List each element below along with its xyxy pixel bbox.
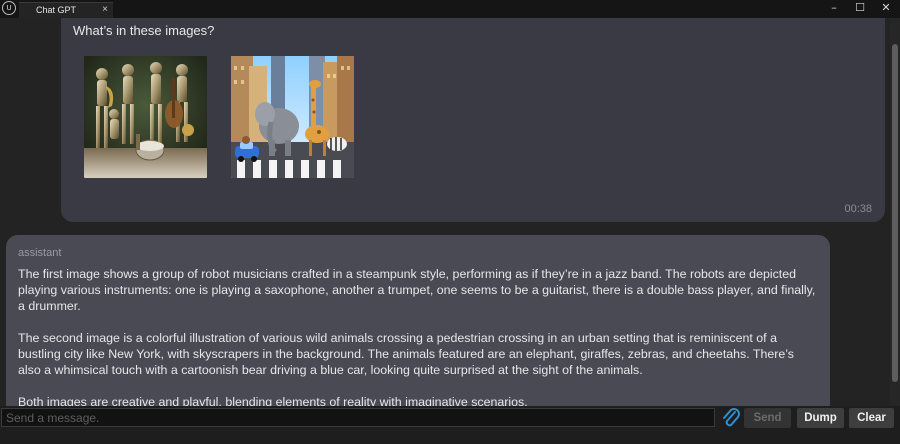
- user-message-text: What’s in these images?: [73, 23, 215, 38]
- clear-button[interactable]: Clear: [849, 408, 894, 428]
- app-logo-icon: U: [2, 1, 16, 15]
- assistant-role-label: assistant: [18, 247, 62, 259]
- paperclip-icon[interactable]: [719, 407, 743, 429]
- title-bar: U Chat GPT × – ☐ ✕: [0, 0, 900, 18]
- robot-jazz-band-image[interactable]: [84, 56, 207, 178]
- tab-label: Chat GPT: [36, 5, 77, 15]
- send-button[interactable]: Send: [744, 408, 791, 428]
- chat-scrollbar[interactable]: [890, 18, 900, 406]
- animals-crossing-street-image[interactable]: [231, 56, 354, 178]
- assistant-paragraph: The first image shows a group of robot m…: [18, 267, 816, 313]
- scrollbar-thumb[interactable]: [892, 44, 898, 382]
- tab-chat-gpt[interactable]: Chat GPT ×: [19, 2, 113, 18]
- message-timestamp: 00:38: [844, 203, 872, 215]
- close-window-button[interactable]: ✕: [873, 0, 899, 16]
- assistant-message-bubble: assistant The first image shows a group …: [6, 235, 830, 406]
- message-input[interactable]: [1, 408, 715, 427]
- assistant-message-text: The first image shows a group of robot m…: [18, 266, 818, 406]
- assistant-paragraph: Both images are creative and playful, bl…: [18, 395, 528, 406]
- input-bar: Send Dump Clear: [0, 406, 900, 444]
- minimize-button[interactable]: –: [821, 0, 847, 16]
- assistant-paragraph: The second image is a colorful illustrat…: [18, 331, 794, 377]
- dump-button[interactable]: Dump: [797, 408, 844, 428]
- chat-history[interactable]: What’s in these images? 00:38 assistant …: [0, 18, 900, 406]
- user-message-bubble: What’s in these images? 00:38: [61, 18, 885, 222]
- maximize-button[interactable]: ☐: [847, 0, 873, 16]
- tab-close-icon[interactable]: ×: [102, 4, 108, 15]
